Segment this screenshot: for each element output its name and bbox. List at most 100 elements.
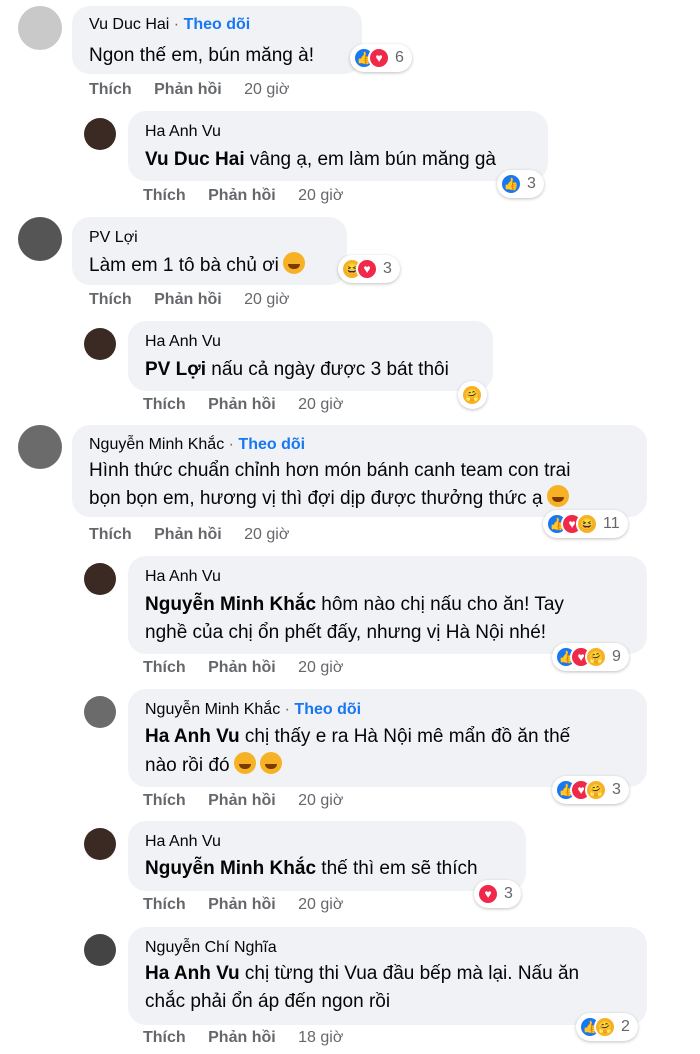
comment-text: Nguyễn Minh Khắc thế thì em sẽ thích bbox=[145, 853, 478, 884]
reaction-summary[interactable]: 👍 🤗 2 bbox=[576, 1013, 638, 1041]
follow-button[interactable]: Theo dõi bbox=[184, 16, 251, 33]
laughing-emoji-icon bbox=[546, 485, 569, 507]
comment-actions: Thích Phản hồi 20 giờ bbox=[143, 187, 343, 205]
like-button[interactable]: Thích bbox=[143, 187, 186, 204]
author-name[interactable]: Vu Duc Hai bbox=[89, 16, 169, 33]
reaction-count: 9 bbox=[612, 648, 621, 665]
comment-actions: Thích Phản hồi 20 giờ bbox=[143, 396, 343, 414]
comment-text: nào rồi đó bbox=[145, 750, 282, 781]
like-button[interactable]: Thích bbox=[89, 526, 132, 543]
reply-button[interactable]: Phản hồi bbox=[208, 1029, 276, 1046]
author-name[interactable]: Nguyễn Chí Nghĩa bbox=[145, 939, 277, 957]
comment-body: thế thì em sẽ thích bbox=[316, 858, 478, 879]
comment-text-line: nào rồi đó bbox=[145, 755, 230, 776]
love-icon: ♥ bbox=[356, 258, 378, 280]
reaction-count: 3 bbox=[527, 175, 536, 192]
comment-text: PV Lợi nấu cả ngày được 3 bát thôi bbox=[145, 354, 449, 385]
reaction-summary[interactable]: 👍 3 bbox=[497, 170, 544, 198]
comment-actions: Thích Phản hồi 20 giờ bbox=[143, 792, 343, 810]
timestamp[interactable]: 20 giờ bbox=[298, 896, 343, 913]
author-name[interactable]: Nguyễn Minh Khắc bbox=[89, 436, 224, 453]
reply-button[interactable]: Phản hồi bbox=[208, 659, 276, 676]
mention-link[interactable]: PV Lợi bbox=[145, 359, 206, 380]
like-button[interactable]: Thích bbox=[143, 896, 186, 913]
avatar[interactable] bbox=[18, 217, 62, 261]
mention-link[interactable]: Ha Anh Vu bbox=[145, 726, 240, 747]
reaction-summary[interactable]: 👍 ♥ 🤗 9 bbox=[552, 643, 629, 671]
author-name[interactable]: Ha Anh Vu bbox=[145, 333, 221, 351]
timestamp[interactable]: 20 giờ bbox=[298, 792, 343, 809]
avatar[interactable] bbox=[84, 934, 116, 966]
comment-text: Làm em 1 tô bà chủ ơi bbox=[89, 250, 305, 281]
avatar[interactable] bbox=[84, 696, 116, 728]
reaction-summary[interactable]: 🤗 bbox=[458, 381, 487, 409]
comment-text: Vu Duc Hai vâng ạ, em làm bún măng gà bbox=[145, 144, 496, 175]
avatar[interactable] bbox=[84, 828, 116, 860]
reply-button[interactable]: Phản hồi bbox=[154, 526, 222, 543]
timestamp[interactable]: 20 giờ bbox=[298, 659, 343, 676]
reaction-count: 3 bbox=[383, 260, 392, 277]
timestamp[interactable]: 18 giờ bbox=[298, 1029, 343, 1046]
follow-button[interactable]: Theo dõi bbox=[238, 436, 305, 453]
like-button[interactable]: Thích bbox=[89, 81, 132, 98]
haha-icon: 😆 bbox=[576, 513, 598, 535]
like-button[interactable]: Thích bbox=[143, 396, 186, 413]
care-icon: 🤗 bbox=[594, 1016, 616, 1038]
like-icon: 👍 bbox=[500, 173, 522, 195]
comment-text: bọn bọn em, hương vị thì đợi dịp được th… bbox=[89, 483, 569, 514]
mention-link[interactable]: Nguyễn Minh Khắc bbox=[145, 858, 316, 879]
reply-button[interactable]: Phản hồi bbox=[208, 896, 276, 913]
like-button[interactable]: Thích bbox=[89, 291, 132, 308]
comment-text: Ha Anh Vu chị từng thi Vua đầu bếp mà lạ… bbox=[145, 958, 579, 989]
author-name[interactable]: Ha Anh Vu bbox=[145, 568, 221, 586]
comment-author[interactable]: Nguyễn Minh Khắc · Theo dõi bbox=[89, 436, 305, 454]
reply-button[interactable]: Phản hồi bbox=[208, 187, 276, 204]
timestamp[interactable]: 20 giờ bbox=[298, 396, 343, 413]
love-icon: ♥ bbox=[477, 883, 499, 905]
comment-body: nấu cả ngày được 3 bát thôi bbox=[206, 359, 449, 380]
follow-button[interactable]: Theo dõi bbox=[294, 701, 361, 718]
comment-text-line: Hình thức chuẩn chỉnh hơn món bánh canh … bbox=[89, 460, 571, 481]
mention-link[interactable]: Ha Anh Vu bbox=[145, 963, 240, 984]
comment-author[interactable]: Nguyễn Minh Khắc · Theo dõi bbox=[145, 701, 361, 719]
like-button[interactable]: Thích bbox=[143, 659, 186, 676]
separator: · bbox=[284, 701, 290, 718]
avatar[interactable] bbox=[84, 563, 116, 595]
timestamp[interactable]: 20 giờ bbox=[298, 187, 343, 204]
comment-actions: Thích Phản hồi 18 giờ bbox=[143, 1029, 343, 1047]
love-icon: ♥ bbox=[368, 47, 390, 69]
avatar[interactable] bbox=[18, 425, 62, 469]
reaction-summary[interactable]: 😆 ♥ 3 bbox=[338, 255, 400, 283]
reaction-summary[interactable]: 👍 ♥ 🤗 3 bbox=[552, 776, 629, 804]
separator: · bbox=[228, 436, 234, 453]
reaction-summary[interactable]: 👍 ♥ 6 bbox=[350, 44, 412, 72]
timestamp[interactable]: 20 giờ bbox=[244, 526, 289, 543]
reaction-summary[interactable]: 👍 ♥ 😆 11 bbox=[543, 510, 628, 538]
avatar[interactable] bbox=[84, 328, 116, 360]
comment-text: Nguyễn Minh Khắc hôm nào chị nấu cho ăn!… bbox=[145, 589, 564, 620]
like-button[interactable]: Thích bbox=[143, 1029, 186, 1046]
comment-actions: Thích Phản hồi 20 giờ bbox=[143, 896, 343, 914]
timestamp[interactable]: 20 giờ bbox=[244, 291, 289, 308]
avatar[interactable] bbox=[18, 6, 62, 50]
reply-button[interactable]: Phản hồi bbox=[208, 396, 276, 413]
author-name[interactable]: PV Lợi bbox=[89, 229, 138, 247]
author-name[interactable]: Ha Anh Vu bbox=[145, 833, 221, 851]
comment-text: Ha Anh Vu chị thấy e ra Hà Nội mê mẩn đồ… bbox=[145, 721, 570, 752]
reply-button[interactable]: Phản hồi bbox=[154, 291, 222, 308]
comment-author[interactable]: Vu Duc Hai · Theo dõi bbox=[89, 16, 250, 34]
reply-button[interactable]: Phản hồi bbox=[154, 81, 222, 98]
mention-link[interactable]: Nguyễn Minh Khắc bbox=[145, 594, 316, 615]
like-button[interactable]: Thích bbox=[143, 792, 186, 809]
reply-button[interactable]: Phản hồi bbox=[208, 792, 276, 809]
author-name[interactable]: Nguyễn Minh Khắc bbox=[145, 701, 280, 718]
reaction-summary[interactable]: ♥ 3 bbox=[474, 880, 521, 908]
timestamp[interactable]: 20 giờ bbox=[244, 81, 289, 98]
comment-text: Ngon thế em, bún măng à! bbox=[89, 45, 314, 66]
avatar[interactable] bbox=[84, 118, 116, 150]
comment-actions: Thích Phản hồi 20 giờ bbox=[89, 291, 289, 309]
comment-text-line: chị từng thi Vua đầu bếp mà lại. Nấu ăn bbox=[239, 963, 580, 984]
mention-link[interactable]: Vu Duc Hai bbox=[145, 149, 245, 170]
hugging-emoji-icon bbox=[282, 252, 305, 274]
author-name[interactable]: Ha Anh Vu bbox=[145, 123, 221, 141]
